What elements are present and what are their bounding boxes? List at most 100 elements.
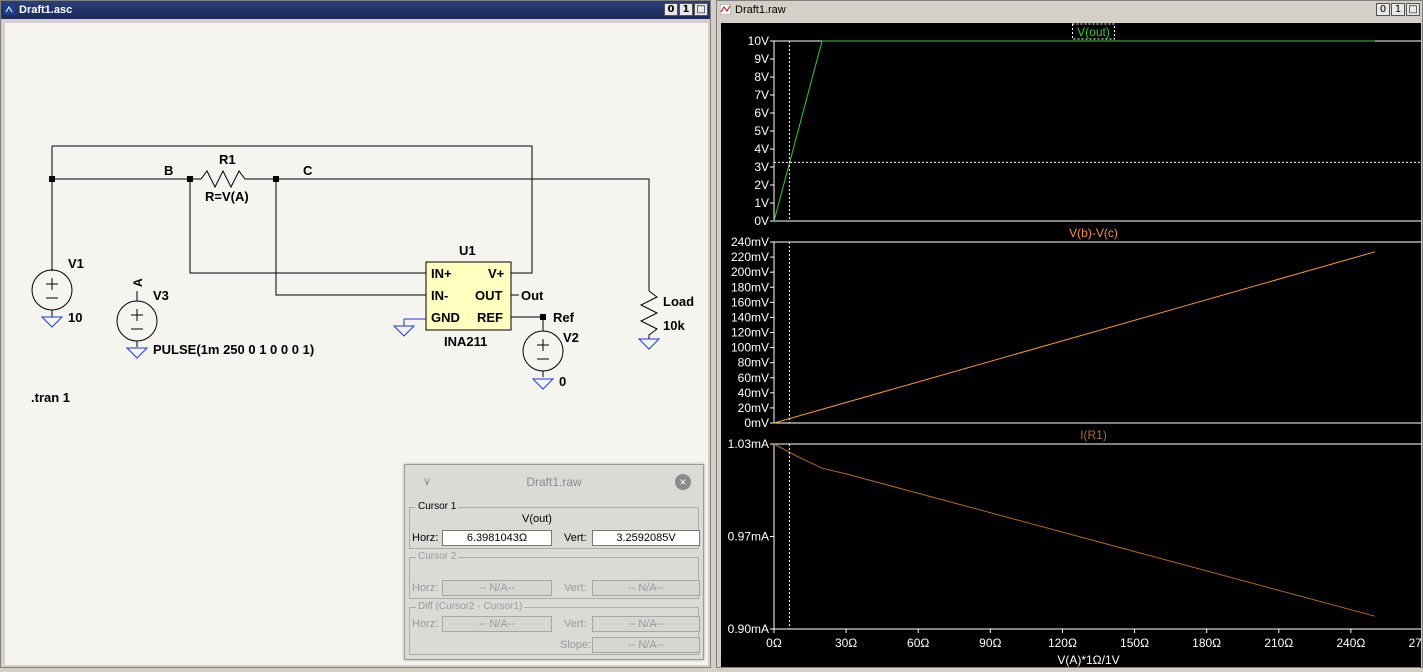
- v1-name: V1: [68, 256, 84, 271]
- schematic-window[interactable]: Draft1.asc 0 1 □ A B C R1 R=V(A) V1 10 V…: [0, 0, 711, 668]
- v2-value: 0: [559, 374, 567, 389]
- restore-button[interactable]: 1: [1391, 3, 1405, 16]
- u1-pin-out: OUT: [475, 288, 503, 303]
- x-tick-label: 30Ω: [835, 636, 857, 650]
- plot-pane-frame: [773, 443, 1423, 630]
- u1-pin-in-minus: IN-: [431, 288, 449, 303]
- x-tick-label: 90Ω: [979, 636, 1001, 650]
- v1-value: 10: [68, 310, 83, 325]
- trace-title: V(out): [1077, 25, 1110, 39]
- node-label-out: Out: [521, 288, 544, 303]
- waveform-chart[interactable]: V(out) 0V 1V 2V 3V 4V 5V 6V 7V 8V 9V 10V V(b)-V(c) 0m…: [721, 23, 1423, 667]
- y-tick-label: 3V: [754, 160, 769, 174]
- y-tick-label: 5V: [754, 124, 769, 138]
- waveform-plot-area[interactable]: V(out) 0V 1V 2V 3V 4V 5V 6V 7V 8V 9V 10V V(b)-V(c) 0m…: [721, 23, 1423, 667]
- y-tick-label: 4V: [754, 142, 769, 156]
- cursor-dialog-title: Draft1.raw: [526, 475, 582, 489]
- x-tick-label: 150Ω: [1120, 636, 1149, 650]
- y-tick-label: 180mV: [731, 280, 769, 294]
- cursor-dialog[interactable]: ∨ Draft1.raw × Cursor 1 V(out) Horz: 6.3…: [404, 464, 704, 660]
- x-tick-label: 270Ω: [1409, 636, 1422, 650]
- node-label-ref: Ref: [553, 310, 574, 325]
- cursor-dialog-titlebar[interactable]: ∨ Draft1.raw ×: [405, 465, 703, 499]
- diff-slope-label: Slope:: [560, 639, 592, 651]
- u1-pin-in-plus: IN+: [431, 266, 452, 281]
- cursor1-horz-field[interactable]: 6.3981043Ω: [442, 530, 552, 546]
- x-tick-label: 120Ω: [1048, 636, 1077, 650]
- x-tick-label: 180Ω: [1192, 636, 1221, 650]
- y-tick-label: 1.03mA: [728, 437, 769, 451]
- diff-label: Diff (Cursor2 - Cursor1): [416, 601, 525, 613]
- y-tick-label: 140mV: [731, 310, 769, 324]
- v3-name: V3: [153, 288, 169, 303]
- y-tick-label: 80mV: [738, 356, 769, 370]
- cursor1-vert-field[interactable]: 3.2592085V: [592, 530, 700, 546]
- diff-group: Diff (Cursor2 - Cursor1) Horz: -- N/A-- …: [409, 601, 700, 655]
- x-tick-label: 240Ω: [1336, 636, 1365, 650]
- cursor2-group: Cursor 2 Horz: -- N/A-- Vert: -- N/A--: [409, 551, 700, 599]
- plot-pane-frame: [773, 40, 1423, 222]
- cursor2-vert-label: Vert:: [564, 582, 587, 594]
- y-tick-label: 7V: [754, 88, 769, 102]
- cursor1-label: Cursor 1: [416, 501, 459, 513]
- y-tick-label: 8V: [754, 70, 769, 84]
- cursor1-trace: V(out): [522, 513, 552, 525]
- waveform-titlebar[interactable]: Draft1.raw 0 1 □: [717, 1, 1422, 19]
- y-tick-label: 100mV: [731, 341, 769, 355]
- u1-pin-ref: REF: [477, 310, 503, 325]
- diff-horz-field: -- N/A--: [442, 616, 552, 632]
- y-tick-label: 40mV: [738, 386, 769, 400]
- waveform-window[interactable]: Draft1.raw 0 1 □ V(out) 0V 1V 2V 3V 4V 5V 6V 7V 8…: [716, 0, 1423, 668]
- x-tick-label: 60Ω: [907, 636, 929, 650]
- minimize-button[interactable]: 0: [1376, 3, 1390, 16]
- waveform-title: Draft1.raw: [735, 4, 786, 16]
- v2-name: V2: [563, 330, 579, 345]
- y-tick-label: 240mV: [731, 235, 769, 249]
- y-tick-label: 120mV: [731, 326, 769, 340]
- y-tick-label: 10V: [748, 34, 769, 48]
- load-name: Load: [663, 294, 695, 309]
- cursor2-horz-field: -- N/A--: [442, 580, 552, 596]
- waveform-app-icon: [720, 4, 731, 15]
- u1-name: U1: [459, 243, 476, 258]
- maximize-button[interactable]: □: [1406, 3, 1420, 16]
- close-icon[interactable]: ×: [675, 474, 691, 490]
- spice-directive[interactable]: .tran 1: [31, 390, 70, 405]
- diff-vert-field: -- N/A--: [592, 616, 700, 632]
- trace-title: V(b)-V(c): [1069, 226, 1118, 240]
- y-tick-label: 20mV: [738, 401, 769, 415]
- chevron-down-icon[interactable]: ∨: [423, 465, 431, 499]
- y-tick-label: 0V: [754, 214, 769, 228]
- u1-part: INA211: [444, 334, 488, 349]
- y-tick-label: 9V: [754, 52, 769, 66]
- cursor2-vert-field: -- N/A--: [592, 580, 700, 596]
- x-tick-label: 0Ω: [766, 636, 782, 650]
- series-line: [773, 251, 1376, 424]
- diff-horz-label: Horz:: [412, 618, 439, 630]
- cursor1-vert-label: Vert:: [564, 532, 587, 544]
- cursor2-label: Cursor 2: [416, 551, 459, 563]
- y-tick-label: 6V: [754, 106, 769, 120]
- y-tick-label: 160mV: [731, 295, 769, 309]
- y-tick-label: 200mV: [731, 265, 769, 279]
- x-tick-label: 210Ω: [1264, 636, 1293, 650]
- u1-pin-v-plus: V+: [488, 266, 505, 281]
- r1-value: R=V(A): [205, 189, 249, 204]
- cursor2-horz-label: Horz:: [412, 582, 439, 594]
- v3-value: PULSE(1m 250 0 1 0 0 0 1): [153, 342, 315, 357]
- y-tick-label: 0mV: [744, 416, 769, 430]
- y-tick-label: 220mV: [731, 250, 769, 264]
- diff-vert-label: Vert:: [564, 618, 587, 630]
- y-tick-label: 0.90mA: [728, 622, 769, 636]
- series-line: [773, 443, 1376, 617]
- load-value: 10k: [663, 318, 685, 333]
- series-line: [773, 40, 1375, 222]
- y-tick-label: 2V: [754, 178, 769, 192]
- x-axis-label: V(A)*1Ω/1V: [1057, 653, 1119, 667]
- node-label-c: C: [303, 163, 313, 178]
- y-tick-label: 1V: [754, 196, 769, 210]
- cursor1-horz-label: Horz:: [412, 532, 439, 544]
- cursor1-group: Cursor 1 V(out) Horz: 6.3981043Ω Vert: 3…: [409, 501, 700, 549]
- node-label-b: B: [164, 163, 174, 178]
- y-tick-label: 0.97mA: [728, 530, 769, 544]
